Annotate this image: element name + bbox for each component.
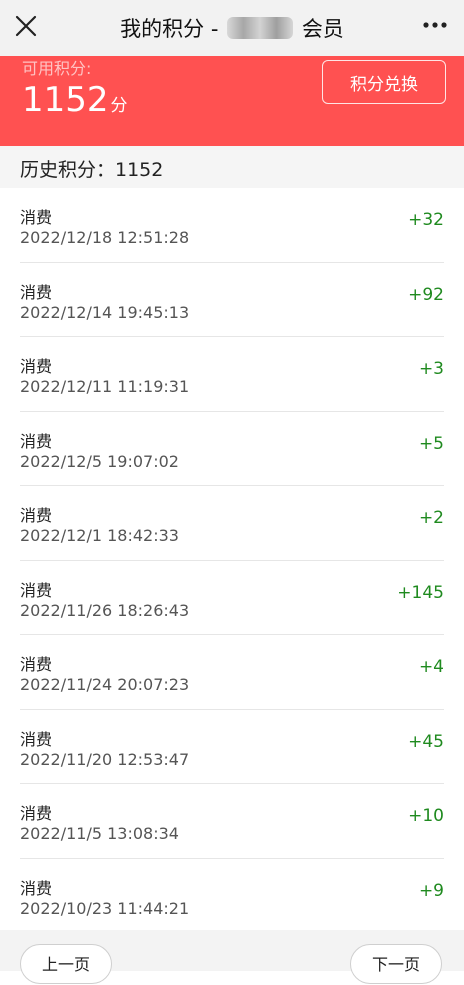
list-item[interactable]: 消费 2022/11/26 18:26:43 +145 bbox=[20, 561, 444, 635]
record-time: 2022/11/24 20:07:23 bbox=[20, 675, 190, 694]
record-points-delta: +3 bbox=[418, 359, 444, 379]
record-type: 消费 bbox=[20, 282, 53, 302]
available-points: 1152 分 bbox=[22, 80, 128, 126]
record-time: 2022/11/20 12:53:47 bbox=[20, 749, 190, 769]
record-time: 2022/12/5 19:07:02 bbox=[20, 451, 179, 471]
record-points-delta: +5 bbox=[418, 433, 444, 454]
points-record-list: 消费 2022/12/18 12:51:28 +32 消费 2022/12/14 19:… bbox=[0, 188, 464, 933]
record-points-delta: +10 bbox=[408, 806, 444, 826]
record-type: 消费 bbox=[20, 580, 53, 600]
record-type: 消费 bbox=[20, 804, 53, 823]
list-item[interactable]: 消费 2022/11/20 12:53:47 +45 bbox=[20, 710, 444, 784]
record-time: 2022/12/18 12:51:28 bbox=[20, 228, 190, 247]
more-options-icon[interactable] bbox=[422, 20, 448, 30]
record-time: 2022/10/23 11:44:21 bbox=[20, 898, 190, 918]
record-points-delta: +9 bbox=[418, 880, 444, 901]
prev-page-button[interactable]: 上一页 bbox=[20, 944, 112, 984]
list-item[interactable]: 消费 2022/11/5 13:08:34 +10 bbox=[20, 784, 444, 859]
record-type: 消费 bbox=[20, 506, 53, 525]
record-type: 消费 bbox=[20, 655, 53, 674]
record-time: 2022/11/5 13:08:34 bbox=[20, 824, 179, 843]
list-item[interactable]: 消费 2022/11/24 20:07:23 +4 bbox=[20, 635, 444, 710]
record-points-delta: +92 bbox=[408, 284, 444, 305]
record-points-delta: +2 bbox=[418, 508, 444, 528]
redeem-points-button[interactable]: 积分兑换 bbox=[322, 60, 446, 104]
record-type: 消费 bbox=[20, 878, 53, 898]
list-item[interactable]: 消费 2022/12/14 19:45:13 +92 bbox=[20, 263, 444, 337]
points-banner: 可用积分: 1152 分 积分兑换 bbox=[0, 56, 464, 146]
list-item[interactable]: 消费 2022/12/5 19:07:02 +5 bbox=[20, 412, 444, 486]
record-type: 消费 bbox=[20, 431, 53, 451]
record-type: 消费 bbox=[20, 357, 53, 376]
top-nav-bar: 我的积分 - 会员 bbox=[0, 0, 464, 57]
record-type: 消费 bbox=[20, 729, 53, 749]
record-points-delta: +145 bbox=[397, 582, 444, 603]
page-title-right: 会员 bbox=[301, 17, 344, 41]
redacted-name bbox=[227, 17, 294, 39]
page-title-left: 我的积分 - bbox=[120, 17, 219, 41]
record-type: 消费 bbox=[20, 208, 53, 227]
pagination-bar: 上一页 下一页 bbox=[0, 930, 464, 984]
list-item[interactable]: 消费 2022/12/11 11:19:31 +3 bbox=[20, 337, 444, 412]
record-points-delta: +4 bbox=[418, 657, 444, 677]
history-points-text: 历史积分：1152 bbox=[20, 159, 164, 181]
available-points-value: 1152 bbox=[22, 80, 109, 120]
list-item[interactable]: 消费 2022/12/1 18:42:33 +2 bbox=[20, 486, 444, 561]
record-time: 2022/12/1 18:42:33 bbox=[20, 526, 179, 545]
record-time: 2022/12/11 11:19:31 bbox=[20, 377, 190, 396]
record-time: 2022/11/26 18:26:43 bbox=[20, 600, 190, 620]
record-points-delta: +32 bbox=[408, 210, 444, 230]
list-item[interactable]: 消费 2022/10/23 11:44:21 +9 bbox=[20, 859, 444, 933]
record-points-delta: +45 bbox=[408, 731, 444, 752]
history-points-bar: 历史积分：1152 bbox=[0, 146, 464, 188]
page-title: 我的积分 - 会员 bbox=[0, 13, 464, 43]
available-points-label: 可用积分: bbox=[22, 59, 92, 78]
points-unit: 分 bbox=[110, 96, 128, 116]
record-time: 2022/12/14 19:45:13 bbox=[20, 302, 190, 322]
list-item[interactable]: 消费 2022/12/18 12:51:28 +32 bbox=[20, 188, 444, 263]
next-page-button[interactable]: 下一页 bbox=[350, 944, 442, 984]
